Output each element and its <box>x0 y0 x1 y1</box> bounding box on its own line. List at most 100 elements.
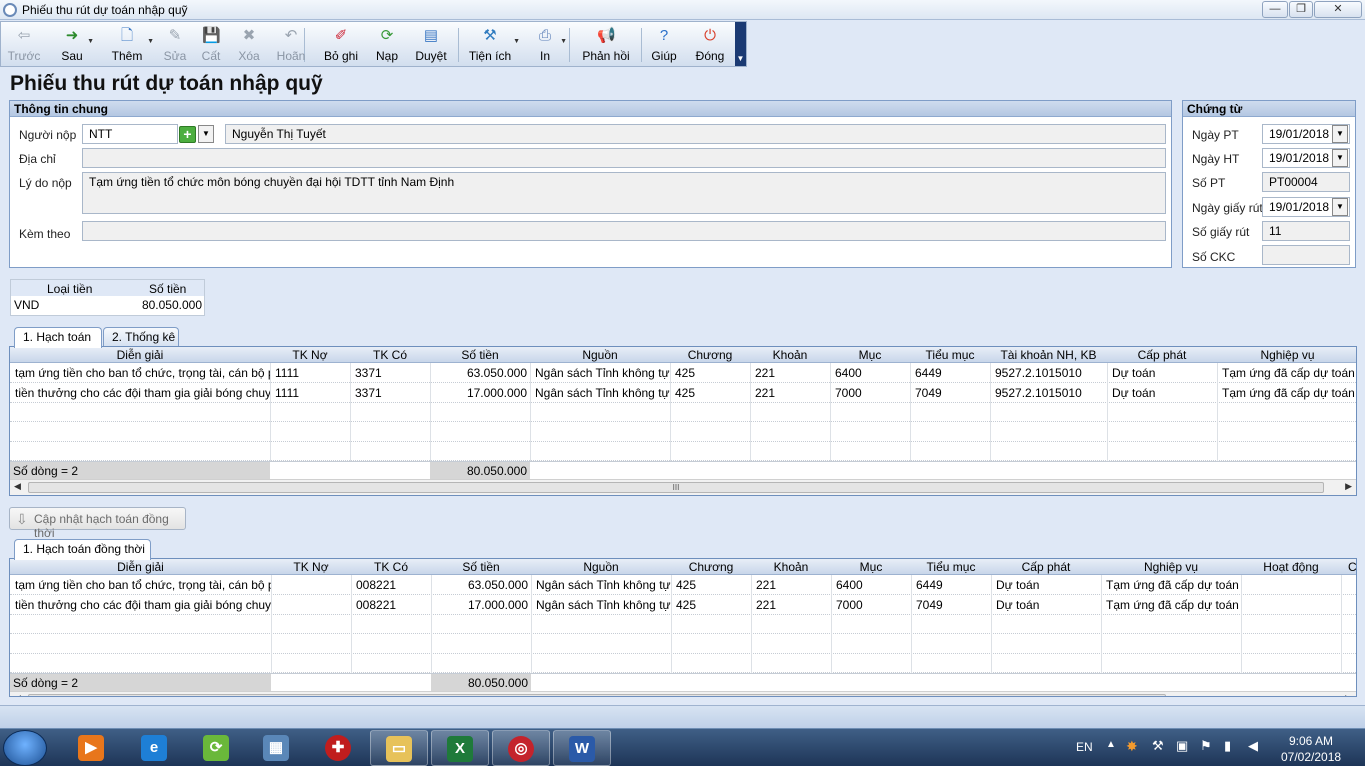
toolbar-power-button[interactable]: ⏻ Đóng <box>692 22 728 66</box>
toolbar-unpost-button[interactable]: ✐ Bỏ ghi <box>321 22 361 66</box>
address-field[interactable] <box>82 148 1166 168</box>
payer-dropdown-icon[interactable]: ▼ <box>198 125 214 143</box>
word-icon[interactable]: W <box>553 730 611 766</box>
column-header[interactable]: Diễn giải <box>10 348 270 362</box>
scrollbar-thumb[interactable]: III <box>28 481 1324 493</box>
column-header[interactable]: CT <box>1341 560 1356 574</box>
toolbar-delete-button[interactable]: ✖ Xóa <box>235 22 263 66</box>
toolbar-overflow-chevron[interactable]: ▼ <box>735 22 746 66</box>
internet-explorer-icon[interactable]: e <box>125 730 183 766</box>
column-header[interactable]: Số tiền <box>431 560 531 574</box>
table-row[interactable] <box>10 441 1356 461</box>
column-header[interactable]: TK Nợ <box>270 348 350 362</box>
column-header[interactable]: Mục <box>831 560 911 574</box>
attachment-field[interactable] <box>82 221 1166 241</box>
media-player-icon[interactable]: ▶ <box>62 730 120 766</box>
table-row[interactable] <box>10 614 1356 634</box>
toolbar-tools-button[interactable]: ⚒ Tiện ích ▼ <box>467 22 520 66</box>
toolbar-reload-button[interactable]: ⟳ Nạp <box>373 22 401 66</box>
minimize-button[interactable]: — <box>1262 1 1288 18</box>
tray-network-icon[interactable]: ▣ <box>1176 738 1188 754</box>
tray-volume-icon[interactable]: ◀ <box>1248 738 1258 754</box>
security-app-icon[interactable]: ✚ <box>309 730 367 766</box>
scroll-left-icon[interactable]: ◀ <box>14 481 21 492</box>
misa-icon[interactable]: ⟳ <box>187 730 245 766</box>
table-row[interactable]: tiền thưởng cho các đội tham gia giải bó… <box>10 595 1356 615</box>
receipt-number-field[interactable]: PT00004 <box>1262 172 1350 192</box>
restore-button[interactable]: ❐ <box>1289 1 1313 18</box>
tray-battery-icon[interactable]: ▮ <box>1224 738 1231 754</box>
clock-time[interactable]: 9:06 AM <box>1289 734 1333 748</box>
accounting-app-icon[interactable]: ◎ <box>492 730 550 766</box>
toolbar-add-document-button[interactable]: 🗋 Thêm ▼ <box>107 22 154 66</box>
column-header[interactable]: Khoản <box>750 348 830 362</box>
tab-tabs2-0[interactable]: 1. Hạch toán đồng thời <box>14 539 151 560</box>
column-header[interactable]: Chương <box>670 348 750 362</box>
dropdown-arrow-icon[interactable]: ▼ <box>513 38 520 45</box>
toolbar-arrow-left-button[interactable]: ⇦ Trước <box>7 22 41 66</box>
toolbar-browse-button[interactable]: ▤ Duyệt <box>413 22 449 66</box>
table-row[interactable] <box>10 402 1356 422</box>
scrollbar-thumb[interactable]: III <box>28 693 1166 696</box>
column-header[interactable]: Nghiệp vụ <box>1101 560 1241 574</box>
column-header[interactable]: Nguồn <box>530 348 670 362</box>
horizontal-scrollbar[interactable]: ◀ III ▶ <box>10 690 1356 697</box>
column-header[interactable]: Diễn giải <box>10 560 271 574</box>
accounting-date-dropdown-icon[interactable]: ▼ <box>1332 149 1348 167</box>
column-header[interactable]: Tiểu mục <box>911 560 991 574</box>
add-payer-icon[interactable]: + <box>179 126 196 143</box>
payer-code-field[interactable]: NTT <box>82 124 178 144</box>
toolbar-edit-button[interactable]: ✎ Sửa <box>161 22 189 66</box>
toolbar-print-button[interactable]: ⎙ In ▼ <box>530 22 567 66</box>
column-header[interactable]: Tài khoản NH, KB <box>990 348 1107 362</box>
language-indicator[interactable]: EN <box>1076 740 1093 754</box>
start-button[interactable] <box>3 730 47 766</box>
dropdown-arrow-icon[interactable]: ▼ <box>87 38 94 45</box>
payer-name-field[interactable]: Nguyễn Thị Tuyết <box>225 124 1166 144</box>
table-row[interactable]: tạm ứng tiền cho ban tổ chức, trọng tài,… <box>10 575 1356 595</box>
scroll-left-icon[interactable]: ◀ <box>14 693 21 697</box>
column-header[interactable]: Mục <box>830 348 910 362</box>
toolbar-arrow-right-button[interactable]: ➜ Sau ▼ <box>57 22 94 66</box>
tab-tabs1-1[interactable]: 2. Thống kê <box>103 327 179 347</box>
column-header[interactable]: Chương <box>671 560 751 574</box>
horizontal-scrollbar[interactable]: ◀ III ▶ <box>10 478 1356 495</box>
toolbar-help-button[interactable]: ? Giúp <box>648 22 680 66</box>
tray-expand-icon[interactable]: ▲ <box>1106 739 1116 750</box>
toolbar-undo-button[interactable]: ↶ Hoãn <box>273 22 309 66</box>
dropdown-arrow-icon[interactable]: ▼ <box>560 38 567 45</box>
receipt-date-dropdown-icon[interactable]: ▼ <box>1332 125 1348 143</box>
column-header[interactable]: TK Có <box>350 348 430 362</box>
scroll-right-icon[interactable]: ▶ <box>1345 481 1352 492</box>
withdrawal-date-dropdown-icon[interactable]: ▼ <box>1332 198 1348 216</box>
column-header[interactable]: TK Có <box>351 560 431 574</box>
column-header[interactable]: Hoạt động <box>1241 560 1341 574</box>
ckc-number-field[interactable] <box>1262 245 1350 265</box>
close-window-button[interactable]: ✕ <box>1314 1 1362 18</box>
table-row[interactable] <box>10 422 1356 442</box>
reason-field[interactable]: Tạm ứng tiền tổ chức môn bóng chuyền đại… <box>82 172 1166 214</box>
tray-flag-icon[interactable]: ⚑ <box>1200 738 1212 754</box>
column-header[interactable]: Khoản <box>751 560 831 574</box>
column-header[interactable]: TK Nợ <box>271 560 351 574</box>
tray-tool-icon[interactable]: ⚒ <box>1152 738 1164 754</box>
table-row[interactable]: tiền thưởng cho các đội tham gia giải bó… <box>10 383 1356 403</box>
tab-tabs1-0[interactable]: 1. Hạch toán <box>14 327 102 348</box>
toolbar-save-button[interactable]: 💾 Cất <box>198 22 224 66</box>
control-panel-icon[interactable]: ▦ <box>247 730 305 766</box>
column-header[interactable]: Cấp phát <box>991 560 1101 574</box>
scroll-right-icon[interactable]: ▶ <box>1345 693 1352 697</box>
column-header[interactable]: Cấp phát <box>1107 348 1217 362</box>
clock-date[interactable]: 07/02/2018 <box>1281 750 1341 764</box>
column-header[interactable]: Nghiệp vụ <box>1217 348 1356 362</box>
table-row[interactable] <box>10 634 1356 654</box>
withdrawal-number-field[interactable]: 11 <box>1262 221 1350 241</box>
excel-icon[interactable]: X <box>431 730 489 766</box>
table-row[interactable]: tạm ứng tiền cho ban tổ chức, trọng tài,… <box>10 363 1356 383</box>
toolbar-megaphone-button[interactable]: 📢 Phản hồi <box>580 22 632 66</box>
column-header[interactable]: Tiểu mục <box>910 348 990 362</box>
tray-app-icon[interactable]: ✸ <box>1126 738 1138 755</box>
file-explorer-icon[interactable]: ▭ <box>370 730 428 766</box>
column-header[interactable]: Số tiền <box>430 348 530 362</box>
update-simultaneous-button[interactable]: ⇩ Cập nhật hạch toán đồng thời <box>9 507 186 540</box>
